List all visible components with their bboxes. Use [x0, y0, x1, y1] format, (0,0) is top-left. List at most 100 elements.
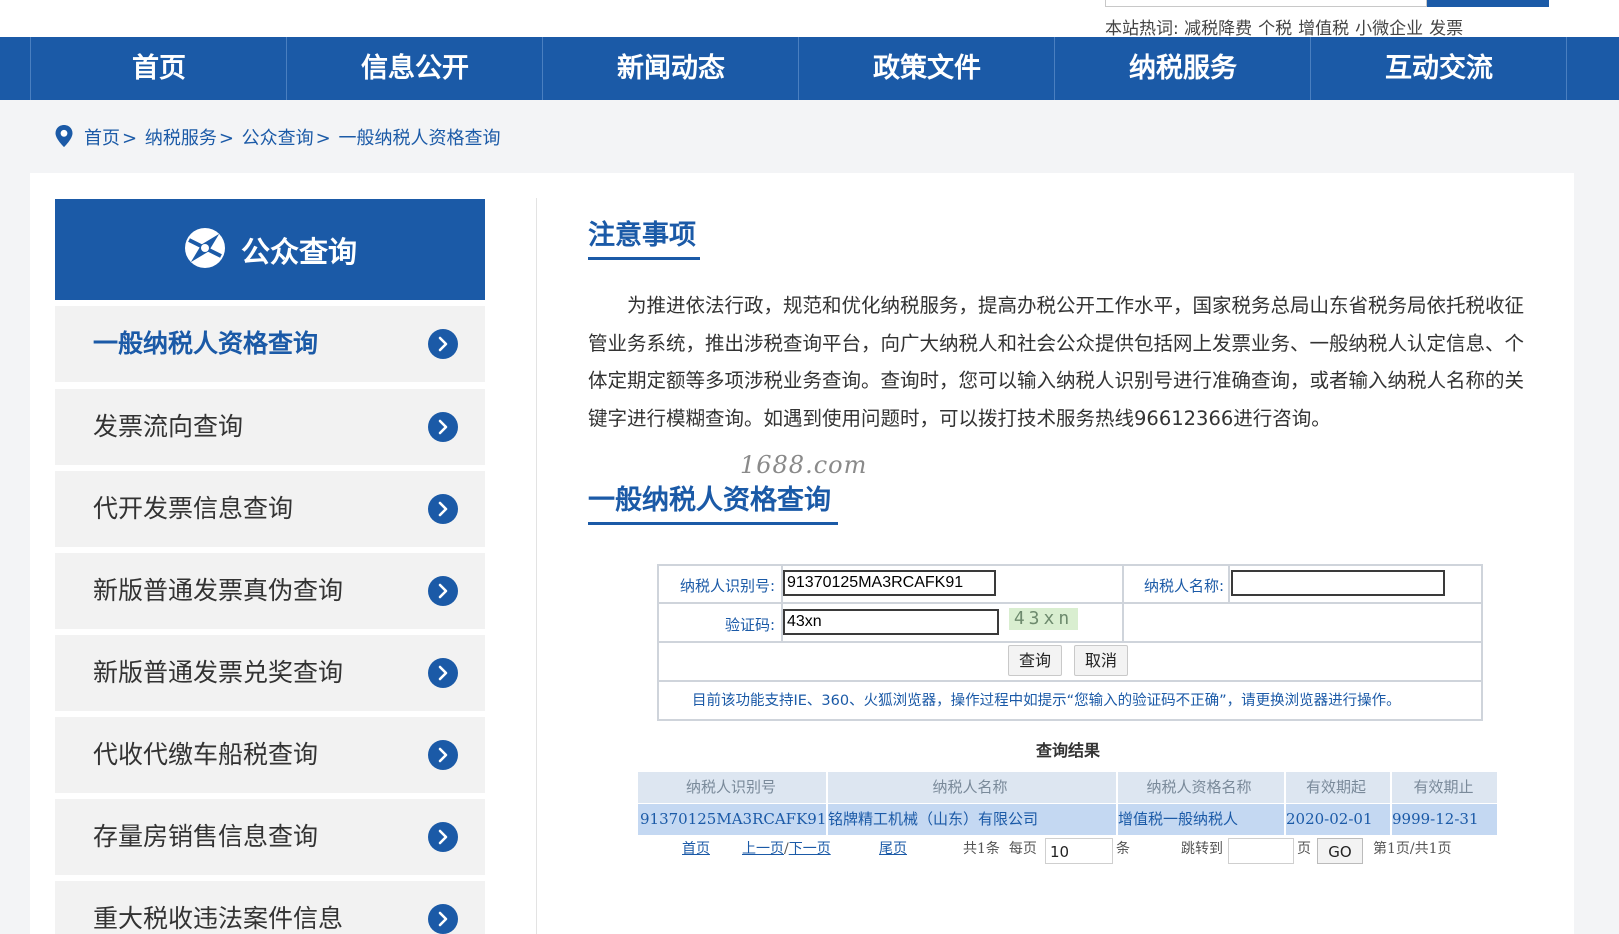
- breadcrumb-tax-service[interactable]: 纳税服务: [145, 128, 217, 149]
- sidebar-item-invoice-flow[interactable]: 发票流向查询: [55, 389, 485, 465]
- hotword-link[interactable]: 增值税: [1298, 19, 1349, 39]
- notice-paragraph: 为推进依法行政，规范和优化纳税服务，提高办税公开工作水平，国家税务总局山东省税务…: [588, 294, 1525, 430]
- pager-next-link[interactable]: 下一页: [789, 841, 831, 857]
- results-title: 查询结果: [1036, 741, 1101, 760]
- sidebar-item-label: 代收代缴车船税查询: [93, 740, 319, 769]
- sidebar-item-violation-cases[interactable]: 重大税收违法案件信息: [55, 881, 485, 934]
- nav-item-info-disclosure[interactable]: 信息公开: [286, 37, 543, 100]
- chevron-right-icon: [428, 576, 458, 606]
- pager-first-link[interactable]: 首页: [682, 841, 710, 857]
- query-logo-icon: [183, 226, 227, 274]
- column-separator: [1390, 772, 1392, 835]
- site-search-button[interactable]: [1427, 0, 1549, 7]
- cell-taxpayer-name: 铭牌精工机械（山东）有限公司: [828, 810, 1039, 828]
- pager-last-link[interactable]: 尾页: [879, 841, 907, 857]
- cell-valid-from: 2020-02-01: [1286, 810, 1373, 828]
- chevron-right-icon: [428, 904, 458, 934]
- sidebar-item-general-taxpayer[interactable]: 一般纳税人资格查询: [55, 306, 485, 382]
- hotword-link[interactable]: 发票: [1429, 19, 1463, 39]
- heading-underline: [588, 522, 838, 525]
- pager-last: 尾页: [879, 838, 907, 858]
- pager-jump-label: 跳转到: [1181, 841, 1223, 857]
- pager-page-unit: 页: [1297, 841, 1311, 857]
- sidebar-item-invoice-lottery[interactable]: 新版普通发票兑奖查询: [55, 635, 485, 711]
- sidebar-item-invoice-authenticity[interactable]: 新版普通发票真伪查询: [55, 553, 485, 629]
- go-button[interactable]: GO: [1317, 838, 1363, 864]
- jump-page-input[interactable]: [1228, 838, 1294, 864]
- pager-status: 第1页/共1页: [1373, 841, 1452, 857]
- sidebar-title: 公众查询: [240, 234, 357, 269]
- sidebar-item-housing-sales[interactable]: 存量房销售信息查询: [55, 799, 485, 875]
- chevron-right-icon: [428, 658, 458, 688]
- browser-tip: 目前该功能支持IE、360、火狐浏览器，操作过程中如提示“您输入的验证码不正确”…: [692, 693, 1401, 709]
- hotword-link[interactable]: 个税: [1258, 19, 1292, 39]
- pager-per-page-label: 每页: [1008, 841, 1037, 857]
- breadcrumb: 首页 > 纳税服务 > 公众查询 > 一般纳税人资格查询: [54, 124, 500, 153]
- pager-prevnext: 上一页/下一页: [742, 838, 831, 858]
- column-separator: [1284, 772, 1286, 835]
- hotword-link[interactable]: 小微企业: [1355, 19, 1423, 39]
- column-header: 有效期止: [1413, 778, 1474, 796]
- taxpayer-name-label: 纳税人名称:: [1143, 577, 1224, 595]
- cell-taxpayer-id: 91370125MA3RCAFK91: [640, 810, 827, 828]
- pager-per-page-unit: 条: [1116, 841, 1130, 857]
- pager-total-count: 共1条: [963, 841, 1000, 857]
- query-heading: 一般纳税人资格查询: [588, 485, 831, 516]
- sidebar-item-label: 一般纳税人资格查询: [93, 329, 319, 358]
- location-pin-icon: [54, 124, 74, 153]
- breadcrumb-home[interactable]: 首页: [84, 128, 120, 149]
- main-nav: 首页 信息公开 新闻动态 政策文件 纳税服务 互动交流: [0, 37, 1619, 100]
- per-page-input[interactable]: 10: [1045, 838, 1113, 864]
- taxpayer-id-input[interactable]: 91370125MA3RCAFK91: [783, 570, 996, 596]
- column-header: 有效期起: [1305, 778, 1366, 796]
- taxpayer-name-input[interactable]: [1231, 570, 1445, 596]
- column-divider: [536, 198, 537, 934]
- captcha-label: 验证码:: [724, 616, 775, 634]
- form-divider: [1228, 566, 1230, 603]
- breadcrumb-current: 一般纳税人资格查询: [338, 128, 501, 149]
- site-search-input[interactable]: [1105, 0, 1427, 7]
- sidebar-item-label: 新版普通发票兑奖查询: [93, 658, 344, 687]
- chevron-right-icon: [428, 822, 458, 852]
- nav-item-home[interactable]: 首页: [30, 37, 287, 100]
- heading-underline: [588, 257, 700, 260]
- chevron-right-icon: [428, 494, 458, 524]
- hotwords-label: 本站热词:: [1105, 19, 1179, 39]
- taxpayer-id-label: 纳税人识别号:: [679, 577, 775, 595]
- captcha-input[interactable]: 43xn: [783, 609, 999, 635]
- cell-valid-to: 9999-12-31: [1392, 810, 1479, 828]
- nav-item-policy[interactable]: 政策文件: [798, 37, 1055, 100]
- sidebar-item-label: 存量房销售信息查询: [93, 822, 319, 851]
- pager-total: 共1条 每页: [963, 838, 1037, 858]
- breadcrumb-public-query[interactable]: 公众查询: [242, 128, 314, 149]
- results-header-row: 纳税人识别号 纳税人名称 纳税人资格名称 有效期起 有效期止: [638, 772, 1497, 803]
- sidebar-item-label: 重大税收违法案件信息: [93, 904, 344, 933]
- column-header: 纳税人资格名称: [1146, 778, 1252, 796]
- sidebar-item-label: 发票流向查询: [93, 412, 244, 441]
- captcha-image[interactable]: 43xn: [1009, 608, 1078, 630]
- chevron-right-icon: [428, 412, 458, 442]
- query-button[interactable]: 查询: [1008, 645, 1062, 676]
- table-row[interactable]: 91370125MA3RCAFK91 铭牌精工机械（山东）有限公司 增值税一般纳…: [638, 804, 1497, 835]
- watermark: 1688.com: [740, 451, 868, 479]
- hotwords-bar: 本站热词: 减税降费 个税 增值税 小微企业 发票: [1105, 14, 1469, 39]
- sidebar-item-label: 代开发票信息查询: [93, 494, 294, 523]
- chevron-right-icon: [428, 740, 458, 770]
- sidebar-item-label: 新版普通发票真伪查询: [93, 576, 344, 605]
- column-header: 纳税人识别号: [685, 778, 776, 796]
- cancel-button[interactable]: 取消: [1074, 645, 1128, 676]
- pager-prev-link[interactable]: 上一页: [742, 841, 784, 857]
- nav-item-interaction[interactable]: 互动交流: [1310, 37, 1567, 100]
- sidebar-item-vehicle-tax[interactable]: 代收代缴车船税查询: [55, 717, 485, 793]
- form-row: [659, 643, 1481, 682]
- chevron-right-icon: [428, 329, 458, 359]
- pager-bar: 首页: [682, 838, 710, 858]
- column-header: 纳税人名称: [932, 778, 1008, 796]
- column-separator: [826, 772, 828, 835]
- nav-item-tax-service[interactable]: 纳税服务: [1054, 37, 1311, 100]
- column-separator: [1116, 772, 1118, 835]
- nav-item-news[interactable]: 新闻动态: [542, 37, 799, 100]
- sidebar-item-agent-invoice[interactable]: 代开发票信息查询: [55, 471, 485, 547]
- cell-qualification: 增值税一般纳税人: [1118, 810, 1239, 828]
- hotword-link[interactable]: 减税降费: [1184, 19, 1252, 39]
